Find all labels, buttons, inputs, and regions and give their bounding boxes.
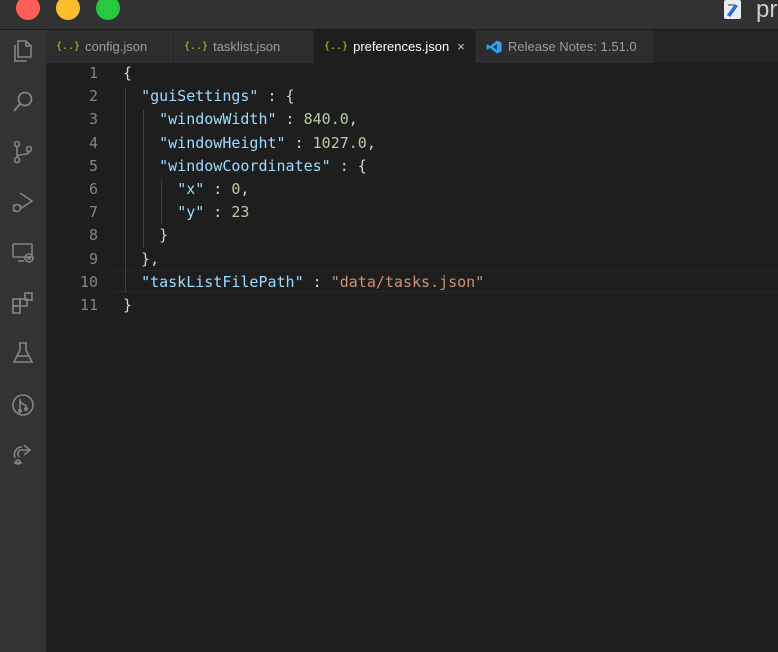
line-content: "windowHeight" : 1027.0, (123, 134, 376, 152)
live-share-icon[interactable] (10, 442, 36, 468)
line-content: "taskListFilePath" : "data/tasks.json" (123, 273, 484, 291)
tab-bar: {..} config.json {..} tasklist.json {..}… (46, 30, 778, 63)
maximize-window-button[interactable] (96, 0, 120, 20)
close-tab-button[interactable]: × (457, 39, 465, 54)
line-number: 3 (88, 110, 98, 129)
code-token: "windowWidth" (159, 110, 277, 129)
code-token: "taskListFilePath" (141, 272, 304, 291)
line-number: 9 (88, 249, 98, 268)
close-window-button[interactable] (16, 0, 40, 20)
code-line: 9 }, (46, 250, 778, 273)
json-file-icon: {..} (56, 41, 81, 52)
code-line: 1{ (46, 64, 778, 87)
code-token: }, (123, 249, 160, 268)
vscode-icon (486, 40, 502, 54)
code-line: 11} (46, 296, 778, 319)
code-line: 10 "taskListFilePath" : "data/tasks.json… (46, 273, 778, 296)
document-icon (724, 0, 741, 19)
extensions-icon[interactable] (10, 290, 36, 316)
line-number: 4 (88, 133, 98, 152)
code-line: 8 } (46, 226, 778, 249)
code-token: : (276, 110, 304, 129)
code-token: : { (330, 156, 367, 175)
code-line: 6 "x" : 0, (46, 180, 778, 203)
code-token: 840.0 (303, 110, 349, 129)
code-token: : (285, 133, 313, 152)
code-token: "guiSettings" (141, 87, 259, 106)
code-line: 3 "windowWidth" : 840.0, (46, 110, 778, 133)
json-file-icon: {..} (324, 41, 349, 52)
minimize-window-button[interactable] (56, 0, 80, 20)
tab-label: Release Notes: 1.51.0 (508, 39, 637, 54)
line-number: 1 (88, 64, 98, 82)
remote-explorer-icon[interactable] (10, 240, 36, 266)
code-token: { (123, 64, 133, 82)
run-debug-icon[interactable] (10, 189, 36, 215)
code-editor[interactable]: 1{2 "guiSettings" : {3 "windowWidth" : 8… (46, 63, 778, 652)
code-token: , (240, 180, 250, 198)
tab-release-notes[interactable]: Release Notes: 1.51.0 (476, 30, 654, 63)
code-token: 23 (231, 203, 250, 222)
code-line: 7 "y" : 23 (46, 203, 778, 226)
code-line: 5 "windowCoordinates" : { (46, 157, 778, 180)
line-content: { (123, 64, 132, 82)
tab-config-json[interactable]: {..} config.json (46, 30, 174, 63)
title-bar: pr (0, 0, 778, 30)
code-token: "x" (177, 180, 205, 198)
json-file-icon: {..} (184, 41, 209, 52)
code-token: , (348, 110, 358, 129)
line-content: } (123, 226, 168, 244)
code-token: } (123, 296, 133, 314)
testing-icon[interactable] (10, 340, 36, 366)
window-title: pr (756, 0, 778, 23)
code-token: "windowCoordinates" (159, 156, 331, 175)
code-token: "windowHeight" (159, 133, 286, 152)
activity-bar (0, 30, 46, 652)
code-line: 2 "guiSettings" : { (46, 87, 778, 110)
source-control-icon[interactable] (10, 139, 36, 165)
search-icon[interactable] (10, 89, 36, 115)
line-content: "windowWidth" : 840.0, (123, 110, 358, 128)
git-graph-icon[interactable] (10, 392, 36, 418)
line-content: "windowCoordinates" : { (123, 157, 367, 175)
tab-tasklist-json[interactable]: {..} tasklist.json (174, 30, 314, 63)
code-token: 1027.0 (312, 133, 367, 152)
code-token: : (204, 203, 232, 222)
line-content: "guiSettings" : { (123, 87, 295, 105)
line-number: 5 (88, 156, 98, 175)
line-content: } (123, 296, 132, 314)
line-content: "x" : 0, (123, 180, 249, 198)
code-token: "y" (177, 203, 205, 222)
line-number: 7 (88, 203, 98, 222)
tab-label: tasklist.json (213, 39, 281, 54)
line-number: 2 (88, 87, 98, 106)
code-token: , (366, 133, 376, 152)
code-line: 4 "windowHeight" : 1027.0, (46, 134, 778, 157)
code-token: } (123, 226, 169, 245)
line-number: 6 (88, 180, 98, 198)
code-token: : { (258, 87, 295, 106)
line-number: 11 (79, 296, 98, 314)
line-content: }, (123, 250, 159, 268)
code-token: : (303, 272, 331, 291)
line-number: 10 (79, 272, 98, 291)
tab-preferences-json[interactable]: {..} preferences.json × (314, 30, 476, 63)
tab-label: config.json (85, 39, 148, 54)
explorer-icon[interactable] (10, 38, 36, 64)
line-number: 8 (88, 226, 98, 245)
tab-label: preferences.json (353, 39, 450, 54)
code-token: : (204, 180, 232, 198)
code-token: "data/tasks.json" (330, 272, 485, 291)
line-content: "y" : 23 (123, 203, 249, 221)
